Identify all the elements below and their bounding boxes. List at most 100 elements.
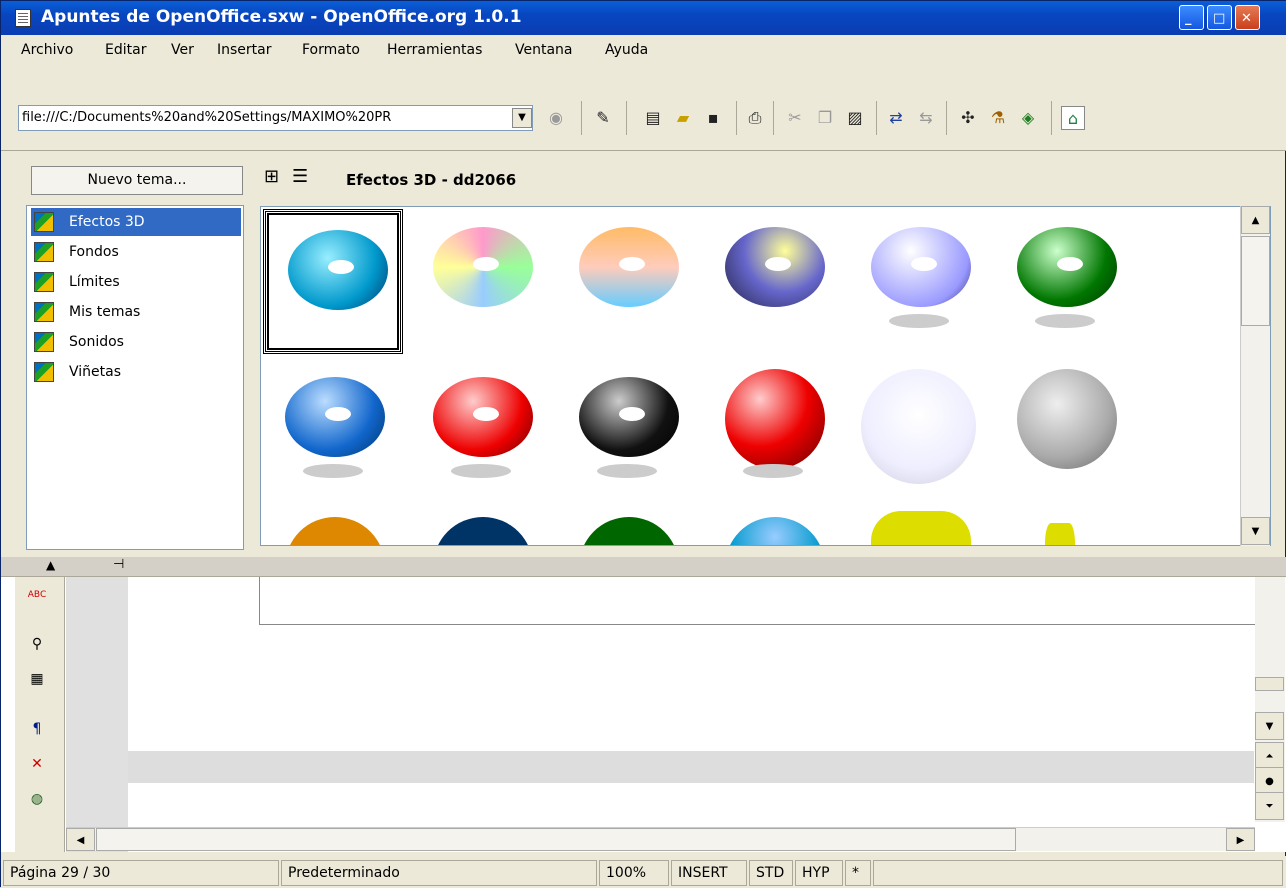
formatting-marks-icon[interactable]: ¶ — [25, 717, 49, 741]
scroll-down-button[interactable]: ▼ — [1241, 517, 1270, 545]
toolbar-separator — [626, 101, 627, 135]
gallery-item[interactable] — [263, 209, 403, 354]
cut-icon[interactable]: ✂ — [783, 106, 807, 130]
gallery-item[interactable] — [849, 509, 989, 545]
theme-item-vinetas[interactable]: Viñetas — [31, 358, 241, 386]
scroll-left-button[interactable]: ◀ — [66, 828, 95, 851]
menu-ayuda[interactable]: Ayuda — [605, 42, 648, 58]
open-folder-icon[interactable]: ▰ — [671, 106, 695, 130]
theme-item-efectos-3d[interactable]: Efectos 3D — [31, 208, 241, 236]
gallery-item[interactable] — [557, 359, 697, 504]
main-toolbar: ABC ⚲ ▦ ¶ ✕ ◍ — [15, 577, 65, 852]
selection-mode[interactable]: STD — [749, 860, 793, 886]
sphere-image — [861, 369, 976, 484]
url-dropdown-button[interactable]: ▼ — [512, 108, 532, 128]
donut-image — [288, 230, 388, 310]
theme-icon — [34, 332, 54, 352]
redo-icon[interactable]: ⇆ — [914, 106, 938, 130]
menu-archivo[interactable]: Archivo — [21, 42, 73, 58]
gallery-item[interactable] — [995, 509, 1135, 545]
document-scrollbar[interactable]: ▼ ⏶ ● ⏷ — [1255, 577, 1285, 822]
minimize-button[interactable]: _ — [1179, 5, 1204, 30]
page-indicator[interactable]: Página 29 / 30 — [3, 860, 279, 886]
gallery-scrollbar[interactable]: ▲ ▼ — [1240, 206, 1270, 546]
sphere-image — [433, 517, 533, 545]
copy-icon[interactable]: ❐ — [813, 106, 837, 130]
spellcheck-icon[interactable]: ABC — [25, 583, 49, 607]
shadow-image — [451, 464, 511, 478]
theme-list[interactable]: Efectos 3D Fondos Límites Mis temas Soni… — [26, 205, 244, 550]
print-icon[interactable]: ⎙ — [743, 106, 767, 130]
page-style[interactable]: Predeterminado — [281, 860, 597, 886]
menu-formato[interactable]: Formato — [302, 42, 360, 58]
new-document-icon[interactable]: ▤ — [641, 106, 665, 130]
navigation-icon[interactable]: ● — [1255, 767, 1284, 795]
insert-mode[interactable]: INSERT — [671, 860, 747, 886]
menu-editar[interactable]: Editar — [105, 42, 146, 58]
navigator-icon[interactable]: ✣ — [956, 106, 980, 130]
gallery-item[interactable] — [557, 209, 697, 354]
gallery-item[interactable] — [263, 359, 403, 504]
edit-file-icon[interactable]: ✎ — [591, 106, 615, 130]
gallery-item[interactable] — [411, 209, 551, 354]
scroll-up-button[interactable]: ▲ — [1241, 206, 1270, 234]
web-layout-icon[interactable]: ◍ — [25, 787, 49, 811]
gallery-item[interactable] — [411, 509, 551, 545]
url-field[interactable]: file:///C:/Documents%20and%20Settings/MA… — [18, 105, 533, 131]
stylist-icon[interactable]: ⚗ — [986, 106, 1010, 130]
hyperlink-mode[interactable]: HYP — [795, 860, 843, 886]
pin-icon[interactable]: ⊣ — [113, 557, 124, 572]
scroll-thumb[interactable] — [96, 828, 1016, 851]
theme-item-limites[interactable]: Límites — [31, 268, 241, 296]
paste-icon[interactable]: ▨ — [843, 106, 867, 130]
toolbar-separator — [876, 101, 877, 135]
gallery-item[interactable] — [849, 209, 989, 354]
status-bar: Página 29 / 30 Predeterminado 100% INSER… — [1, 856, 1286, 888]
gallery-item[interactable] — [849, 359, 989, 504]
gallery-splitter[interactable]: ▲ ⊣ — [1, 557, 1286, 577]
gallery-item[interactable] — [557, 509, 697, 545]
menu-herramientas[interactable]: Herramientas — [387, 42, 482, 58]
gallery-item[interactable] — [995, 209, 1135, 354]
theme-item-sonidos[interactable]: Sonidos — [31, 328, 241, 356]
status-info — [873, 860, 1283, 886]
data-sources-icon[interactable]: ◈ — [1016, 106, 1040, 130]
scroll-thumb[interactable] — [1241, 236, 1270, 326]
donut-image — [579, 227, 679, 307]
donut-image — [1017, 227, 1117, 307]
menu-ventana[interactable]: Ventana — [515, 42, 573, 58]
menu-insertar[interactable]: Insertar — [217, 42, 272, 58]
maximize-button[interactable]: □ — [1207, 5, 1232, 30]
find-icon[interactable]: ⚲ — [25, 632, 49, 656]
icon-view-icon[interactable]: ⊞ — [264, 166, 279, 187]
vertical-ruler — [66, 577, 128, 852]
scroll-down-button[interactable]: ▼ — [1255, 712, 1284, 740]
scroll-thumb[interactable] — [1255, 677, 1284, 691]
title-bar[interactable]: Apuntes de OpenOffice.sxw - OpenOffice.o… — [1, 1, 1286, 35]
gallery-grid — [260, 206, 1271, 546]
zoom-level[interactable]: 100% — [599, 860, 669, 886]
collapse-arrow-icon[interactable]: ▲ — [46, 558, 55, 572]
save-icon[interactable]: ▪ — [701, 106, 725, 130]
previous-page-button[interactable]: ⏶ — [1255, 742, 1284, 770]
gallery-item[interactable] — [411, 359, 551, 504]
undo-icon[interactable]: ⇄ — [884, 106, 908, 130]
menu-ver[interactable]: Ver — [171, 42, 194, 58]
detail-view-icon[interactable]: ☰ — [292, 166, 308, 187]
gallery-item[interactable] — [703, 209, 843, 354]
next-page-button[interactable]: ⏷ — [1255, 792, 1284, 820]
new-theme-button[interactable]: Nuevo tema... — [31, 166, 243, 195]
gallery-item[interactable] — [703, 509, 843, 545]
stop-loading-icon[interactable]: ◉ — [544, 106, 568, 130]
insert-table-icon[interactable]: ▦ — [25, 667, 49, 691]
gallery-item[interactable] — [995, 359, 1135, 504]
gallery-icon[interactable]: ⌂ — [1061, 106, 1085, 130]
close-button[interactable]: ✕ — [1235, 5, 1260, 30]
gallery-item[interactable] — [703, 359, 843, 504]
scroll-right-button[interactable]: ▶ — [1226, 828, 1255, 851]
gallery-item[interactable] — [263, 509, 403, 545]
theme-item-fondos[interactable]: Fondos — [31, 238, 241, 266]
horizontal-scrollbar[interactable]: ◀ ▶ — [66, 827, 1255, 851]
theme-item-mis-temas[interactable]: Mis temas — [31, 298, 241, 326]
online-layout-icon[interactable]: ✕ — [25, 752, 49, 776]
